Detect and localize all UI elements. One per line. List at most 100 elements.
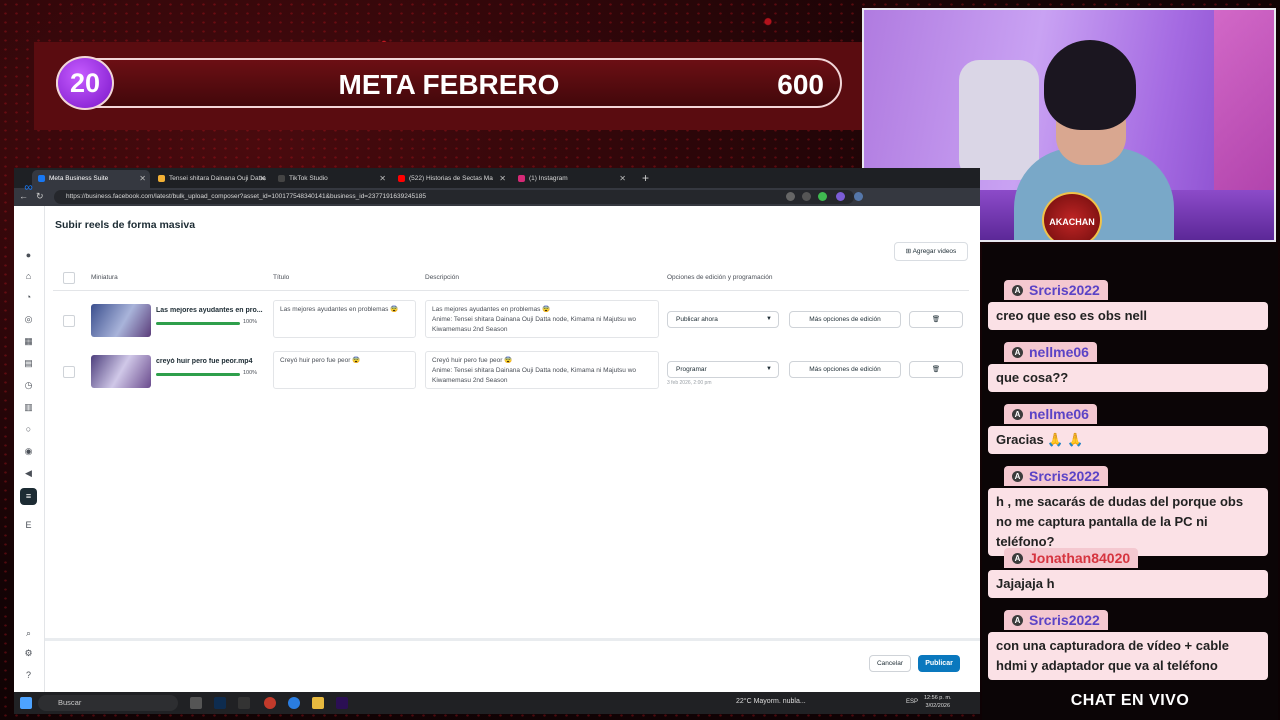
- user-badge-icon: A: [1012, 614, 1023, 626]
- goal-banner: 20 META FEBRERO 600: [34, 42, 864, 130]
- clock[interactable]: 12:56 p. m. 3/02/2026: [924, 694, 952, 710]
- folder-icon[interactable]: [312, 697, 324, 709]
- publish-option-select[interactable]: Programar ▼: [667, 361, 779, 378]
- left-nav-rail: ∞ ● ⌂ ◔ ◎ ▦ ▤ ◷ ▥ ○ ◉ ◀ ≡ E ⌕ ⚙ ?: [14, 181, 45, 692]
- goal-bar: 20 META FEBRERO 600: [56, 56, 842, 110]
- description-field[interactable]: Creyó huir pero fue peor 😨 Anime: Tensei…: [425, 351, 659, 389]
- title-field[interactable]: Creyó huir pero fue peor 😨: [273, 351, 416, 389]
- photoshop-icon[interactable]: [214, 697, 226, 709]
- profile-avatar-icon[interactable]: ●: [23, 250, 34, 261]
- close-icon[interactable]: ✕: [259, 170, 266, 188]
- chat-message: Jajajaja h: [988, 570, 1268, 598]
- chat-message: creo que eso es obs nell: [988, 302, 1268, 330]
- tab-instagram[interactable]: (1) Instagram ✕: [512, 170, 630, 188]
- close-icon[interactable]: ✕: [139, 170, 146, 188]
- schedule-datetime: 3 feb 2026, 2:00 pm: [667, 380, 712, 386]
- chat-username: Anellme06: [1004, 404, 1097, 424]
- menu-icon[interactable]: ≡: [20, 488, 37, 505]
- youtube-icon: [398, 174, 405, 182]
- insights-icon[interactable]: ▥: [23, 402, 34, 413]
- profile-icon[interactable]: [854, 192, 863, 201]
- obs-icon[interactable]: [264, 697, 276, 709]
- extension-icon[interactable]: [818, 192, 827, 201]
- close-icon[interactable]: ✕: [619, 170, 626, 188]
- tab-bar: Meta Business Suite ✕ Tensei shitara Dain…: [14, 168, 980, 188]
- table-row: creyó huir pero fue peor.mp4 100% Creyó …: [53, 351, 969, 399]
- instagram-icon: [518, 174, 525, 182]
- row-checkbox[interactable]: [63, 315, 75, 327]
- more-edit-options-button[interactable]: Más opciones de edición: [789, 311, 901, 328]
- meta-icon: [38, 174, 45, 182]
- ads-megaphone-icon[interactable]: ◀: [23, 468, 34, 479]
- bulk-upload-page: Subir reels de forma masiva ⊞ Agregar vi…: [45, 206, 980, 695]
- chat-message: que cosa??: [988, 364, 1268, 392]
- column-header-thumbnail: Miniatura: [91, 274, 118, 281]
- star-icon[interactable]: [786, 192, 795, 201]
- tab-meta-business-suite[interactable]: Meta Business Suite ✕: [32, 170, 150, 188]
- chat-username: A Srcris2022: [1004, 466, 1108, 486]
- windows-start-icon[interactable]: [20, 697, 32, 709]
- caret-down-icon: ▼: [766, 316, 772, 322]
- task-view-icon[interactable]: [190, 697, 202, 709]
- video-thumbnail: [91, 304, 151, 337]
- column-header-title: Título: [273, 274, 290, 281]
- tiktok-icon: [278, 174, 285, 182]
- publish-button[interactable]: Publicar: [918, 655, 960, 672]
- chat-message: Gracias 🙏 🙏: [988, 426, 1268, 454]
- tab-tensei[interactable]: Tensei shitara Dainana Ouji Datta ✕: [152, 170, 270, 188]
- url-field[interactable]: https://business.facebook.com/latest/bul…: [54, 190, 854, 204]
- upload-progress-bar: [156, 373, 240, 376]
- chat-username: A Jonathan84020: [1004, 548, 1139, 568]
- home-icon[interactable]: ⌂: [23, 271, 34, 282]
- messages-icon[interactable]: ○: [23, 424, 34, 435]
- chat-message: h , me sacarás de dudas del porque obs n…: [988, 488, 1268, 556]
- edit-icon[interactable]: E: [23, 520, 34, 531]
- select-all-checkbox[interactable]: [63, 272, 75, 284]
- browser-icon[interactable]: [288, 697, 300, 709]
- browser-window: Meta Business Suite ✕ Tensei shitara Dain…: [14, 168, 980, 695]
- new-tab-plus-icon[interactable]: +: [642, 169, 649, 187]
- title-field[interactable]: Las mejores ayudantes en problemas 😨: [273, 300, 416, 338]
- compass-icon[interactable]: ◎: [23, 314, 34, 325]
- extension-icon[interactable]: [802, 192, 811, 201]
- clock-icon[interactable]: ◷: [23, 380, 34, 391]
- tab-tiktok-studio[interactable]: TikTok Studio ✕: [272, 170, 390, 188]
- tab-youtube[interactable]: (522) Historias de Sectas Ma ✕: [392, 170, 510, 188]
- bell-icon[interactable]: ◔: [23, 292, 34, 303]
- chat-message: con una capturadora de vídeo + cable hdm…: [988, 632, 1268, 680]
- delete-button[interactable]: 🗑: [909, 361, 963, 378]
- app-icon[interactable]: [238, 697, 250, 709]
- help-icon[interactable]: ?: [23, 670, 34, 681]
- add-videos-button[interactable]: ⊞ Agregar videos: [894, 242, 968, 261]
- calendar-icon[interactable]: ▦: [23, 336, 34, 347]
- description-field[interactable]: Las mejores ayudantes en problemas 😨 Ani…: [425, 300, 659, 338]
- address-bar: ← ↻ https://business.facebook.com/latest…: [14, 188, 980, 206]
- premiere-icon[interactable]: [336, 697, 348, 709]
- upload-progress-percent: 100%: [243, 319, 258, 325]
- weather-widget[interactable]: 22°C Mayorm. nubla...: [736, 698, 806, 705]
- chat-username: A Srcris2022: [1004, 610, 1108, 630]
- favicon-icon: [158, 174, 165, 182]
- taskbar-search[interactable]: Buscar: [38, 695, 178, 711]
- content-icon[interactable]: ▤: [23, 358, 34, 369]
- delete-button[interactable]: 🗑: [909, 311, 963, 328]
- publish-option-select[interactable]: Publicar ahora ▼: [667, 311, 779, 328]
- user-badge-icon: A: [1012, 408, 1023, 420]
- search-icon[interactable]: ⌕: [23, 628, 34, 639]
- trash-icon: 🗑: [931, 366, 941, 373]
- extension-icon[interactable]: [836, 192, 845, 201]
- table-header: Miniatura Título Descripción Opciones de…: [53, 266, 969, 291]
- table-row: Las mejores ayudantes en pro... 100% Las…: [53, 300, 969, 348]
- money-icon[interactable]: ◉: [23, 446, 34, 457]
- close-icon[interactable]: ✕: [379, 170, 386, 188]
- reload-icon[interactable]: ↻: [36, 191, 44, 202]
- close-icon[interactable]: ✕: [499, 170, 506, 188]
- caret-down-icon: ▼: [766, 366, 772, 372]
- more-edit-options-button[interactable]: Más opciones de edición: [789, 361, 901, 378]
- meta-logo-icon[interactable]: ∞: [23, 181, 34, 193]
- cancel-button[interactable]: Cancelar: [869, 655, 911, 672]
- language-indicator[interactable]: ESP: [906, 699, 918, 705]
- gear-icon[interactable]: ⚙: [23, 648, 34, 659]
- row-checkbox[interactable]: [63, 366, 75, 378]
- channel-logo: AKACHAN: [1042, 192, 1102, 240]
